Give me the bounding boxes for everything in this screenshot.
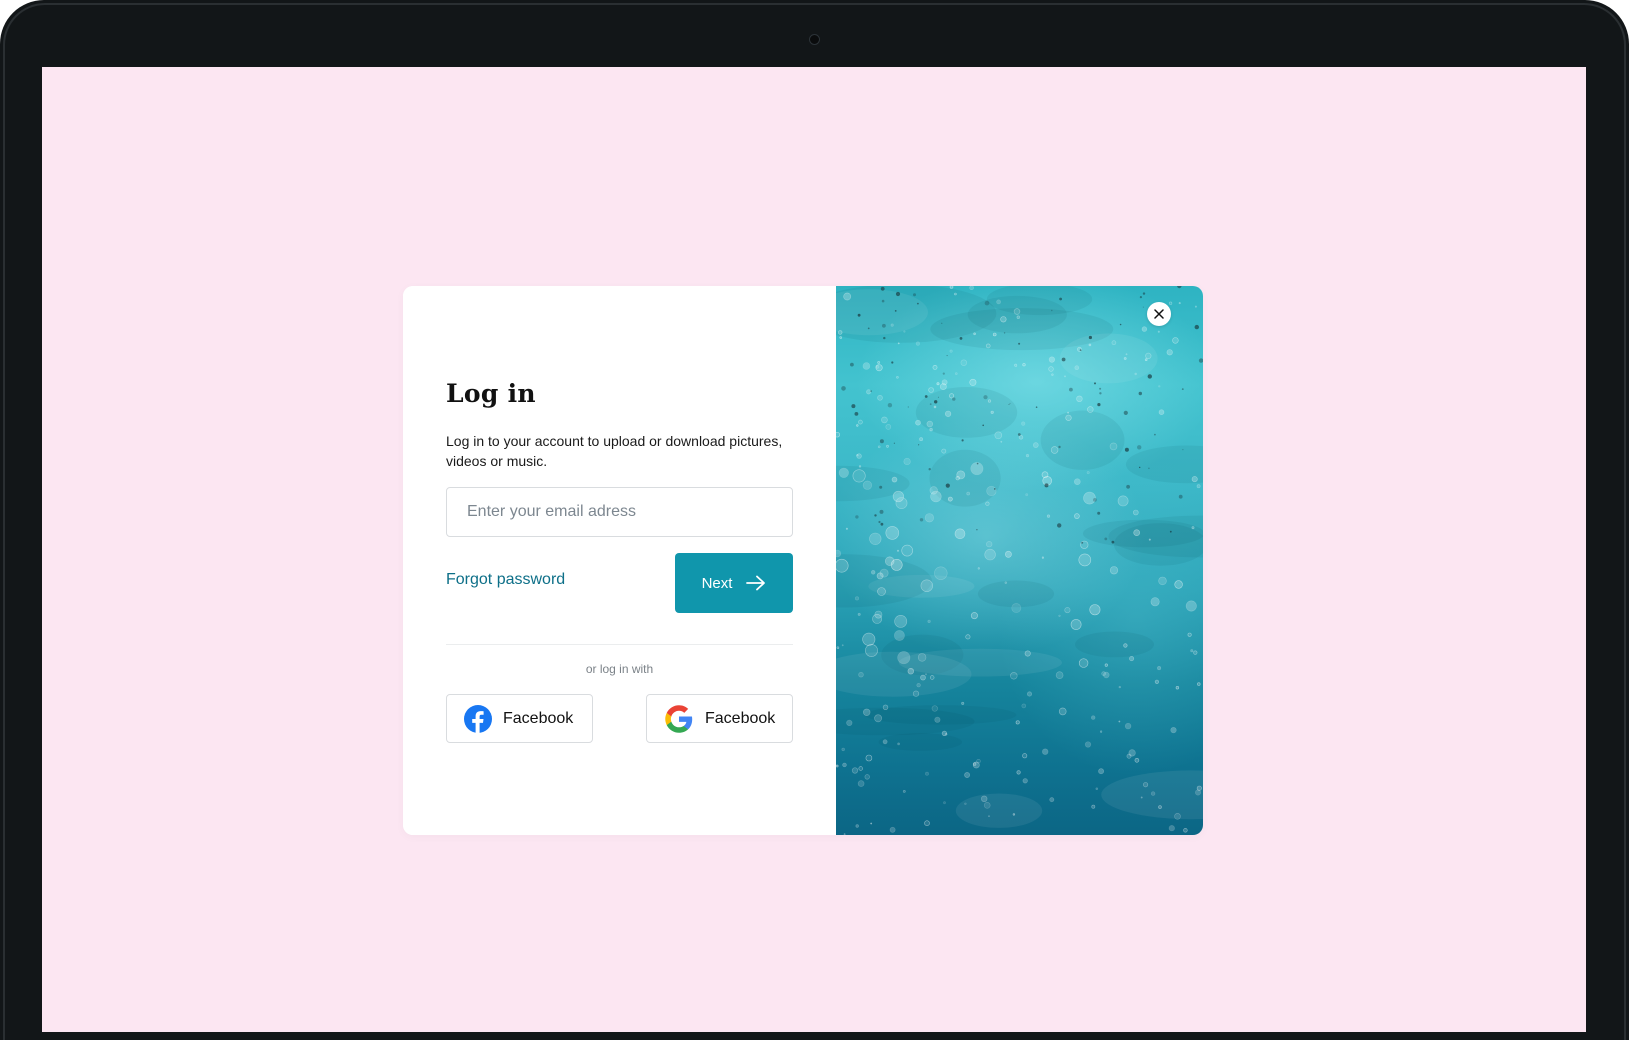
facebook-login-label: Facebook [503,709,574,727]
email-input[interactable] [446,487,793,537]
arrow-right-icon [746,575,766,591]
next-button-label: Next [701,574,733,592]
laptop-screen: Log in Log in to your account to upload … [42,67,1586,1032]
or-log-in-with-text: or log in with [585,662,654,676]
facebook-icon [464,704,492,733]
next-button[interactable]: Next [675,553,793,613]
close-button[interactable] [1147,302,1171,326]
login-modal: Log in Log in to your account to upload … [403,286,1203,835]
forgot-password-link[interactable]: Forgot password [446,571,565,589]
facebook-login-button[interactable]: Facebook [446,694,593,743]
laptop-frame: Log in Log in to your account to upload … [0,0,1629,1040]
water-bubbles-texture [836,286,1203,835]
water-image [836,286,1203,835]
google-login-button[interactable]: Facebook [646,694,793,743]
login-form-pane: Log in Log in to your account to upload … [403,286,836,835]
divider [446,644,793,645]
google-login-label: Facebook [705,709,776,727]
camera-icon [809,34,820,45]
login-subtitle: Log in to your account to upload or down… [446,433,783,469]
google-icon [665,704,693,733]
close-icon [1154,309,1164,319]
login-title: Log in [446,379,536,408]
